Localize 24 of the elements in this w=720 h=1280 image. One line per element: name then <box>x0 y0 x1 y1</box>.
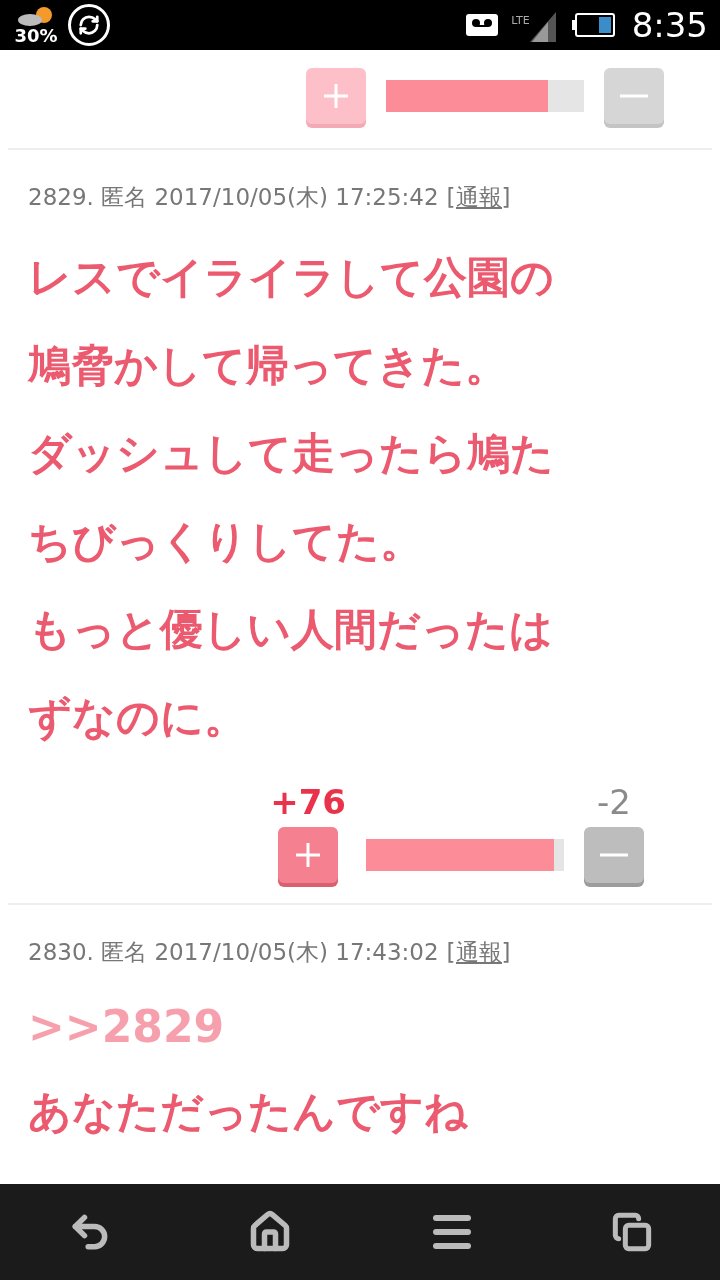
report-link[interactable]: [通報] <box>446 934 511 969</box>
home-icon[interactable] <box>248 1210 292 1254</box>
report-link[interactable]: [通報] <box>446 180 511 215</box>
post-text-line: もっと優しい人間だったは <box>28 602 554 656</box>
post-header: 2830. 匿名 2017/10/05(木) 17:43:02 <box>28 937 439 967</box>
post-text-line: あなただったんですね <box>28 1085 469 1138</box>
post-text-line: ずなのに。 <box>28 690 248 744</box>
plus-icon <box>322 82 350 110</box>
minus-count: -2 <box>597 784 631 819</box>
battery-icon <box>571 12 616 38</box>
post-header: 2829. 匿名 2017/10/05(木) 17:25:42 <box>28 183 439 212</box>
minus-icon <box>600 851 628 858</box>
windows-icon[interactable] <box>612 1212 652 1252</box>
post-text-line: レスでイライラして公園の <box>28 250 555 304</box>
voicemail-icon <box>465 13 500 37</box>
clock: 8:35 <box>631 8 708 42</box>
weather-percent: 30% <box>14 27 58 45</box>
post-text-line: 鳩脅かして帰ってきた。 <box>28 338 509 392</box>
network-type: LTE <box>511 15 530 26</box>
plus-count: +76 <box>270 784 346 819</box>
post-text-line: ちびっくりしてた。 <box>28 514 424 568</box>
minus-icon <box>620 93 648 99</box>
post-text-line: ダッシュして走ったら鳩た <box>28 426 555 480</box>
plus-icon <box>294 840 323 869</box>
